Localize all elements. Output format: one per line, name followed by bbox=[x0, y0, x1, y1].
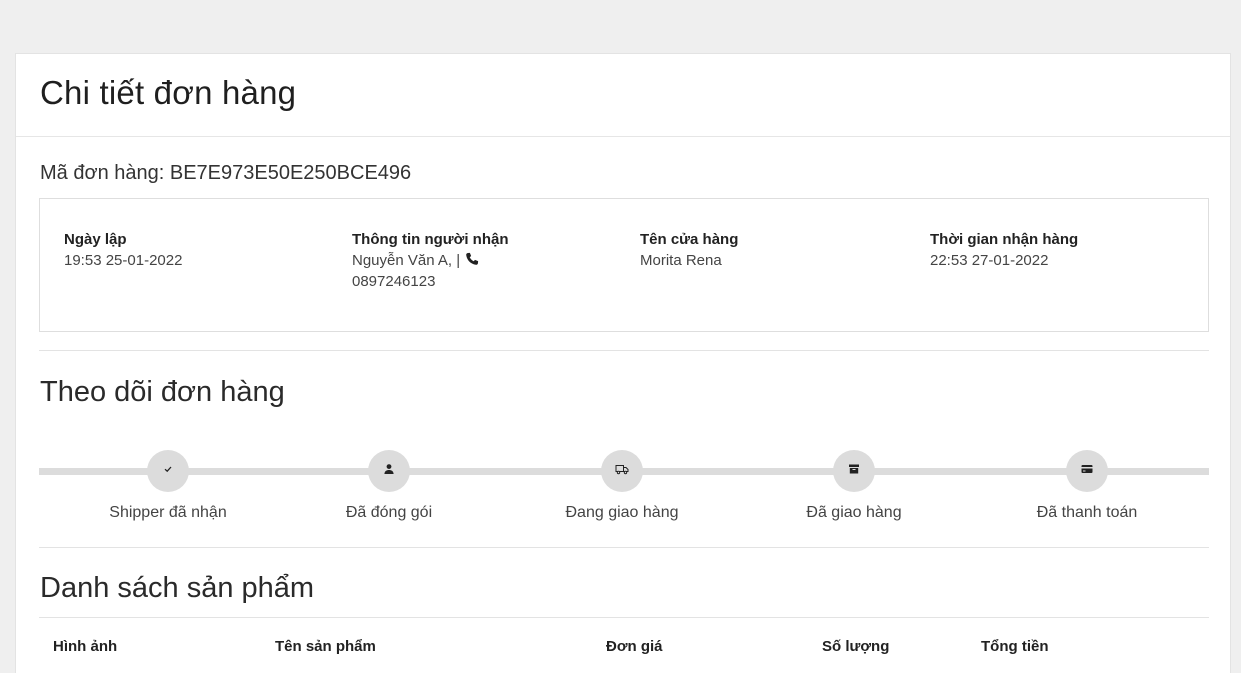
recipient-name: Nguyễn Văn A, | bbox=[352, 252, 461, 269]
recipient-phone: 0897246123 bbox=[352, 273, 436, 290]
check-icon bbox=[162, 462, 174, 480]
divider bbox=[39, 350, 1209, 351]
user-icon bbox=[383, 462, 395, 480]
received-label: Thời gian nhận hàng bbox=[930, 231, 1079, 248]
tracking-step-shipper-received: Shipper đã nhận bbox=[78, 450, 258, 522]
store-value: Morita Rena bbox=[640, 252, 722, 269]
info-recipient: Thông tin người nhận Nguyễn Văn A, | 089… bbox=[352, 229, 572, 292]
products-title: Danh sách sản phẩm bbox=[40, 572, 315, 604]
received-value: 22:53 27-01-2022 bbox=[930, 252, 1049, 269]
card-header: Chi tiết đơn hàng bbox=[16, 54, 1230, 137]
info-created: Ngày lập 19:53 25-01-2022 bbox=[64, 229, 182, 271]
step-label: Đang giao hàng bbox=[565, 504, 679, 521]
tracking-title: Theo dõi đơn hàng bbox=[40, 376, 285, 408]
created-value: 19:53 25-01-2022 bbox=[64, 252, 183, 269]
order-info-box: Ngày lập 19:53 25-01-2022 Thông tin ngườ… bbox=[39, 198, 1209, 332]
column-header-quantity: Số lượng bbox=[822, 638, 890, 655]
column-header-total: Tổng tiền bbox=[981, 638, 1049, 655]
column-header-name: Tên sản phẩm bbox=[275, 638, 376, 655]
order-detail-card: Chi tiết đơn hàng Mã đơn hàng: BE7E973E5… bbox=[15, 53, 1231, 673]
tracking-step-paid: Đã thanh toán bbox=[997, 450, 1177, 522]
step-label: Đã đóng gói bbox=[345, 504, 433, 521]
credit-card-icon bbox=[1081, 462, 1093, 480]
column-header-image: Hình ảnh bbox=[53, 638, 118, 655]
info-store: Tên cửa hàng Morita Rena bbox=[640, 229, 738, 271]
tracking-step-delivered: Đã giao hàng bbox=[764, 450, 944, 522]
order-code: Mã đơn hàng: BE7E973E50E250BCE496 bbox=[40, 162, 412, 184]
info-received: Thời gian nhận hàng 22:53 27-01-2022 bbox=[930, 229, 1078, 271]
column-header-unit-price: Đơn giá bbox=[606, 638, 663, 655]
tracking-step-delivering: Đang giao hàng bbox=[532, 450, 712, 522]
step-label: Đã thanh toán bbox=[1036, 504, 1138, 521]
truck-icon bbox=[615, 462, 629, 480]
step-label: Shipper đã nhận bbox=[109, 504, 227, 521]
created-label: Ngày lập bbox=[64, 231, 127, 248]
divider bbox=[39, 547, 1209, 548]
store-label: Tên cửa hàng bbox=[640, 231, 739, 248]
archive-box-icon bbox=[848, 462, 860, 480]
tracking-step-packed: Đã đóng gói bbox=[299, 450, 479, 522]
products-table-header: Hình ảnh Tên sản phẩm Đơn giá Số lượng T… bbox=[39, 617, 1209, 673]
phone-icon bbox=[464, 251, 480, 265]
step-label: Đã giao hàng bbox=[806, 504, 902, 521]
page-title: Chi tiết đơn hàng bbox=[40, 74, 297, 111]
recipient-label: Thông tin người nhận bbox=[352, 231, 509, 248]
